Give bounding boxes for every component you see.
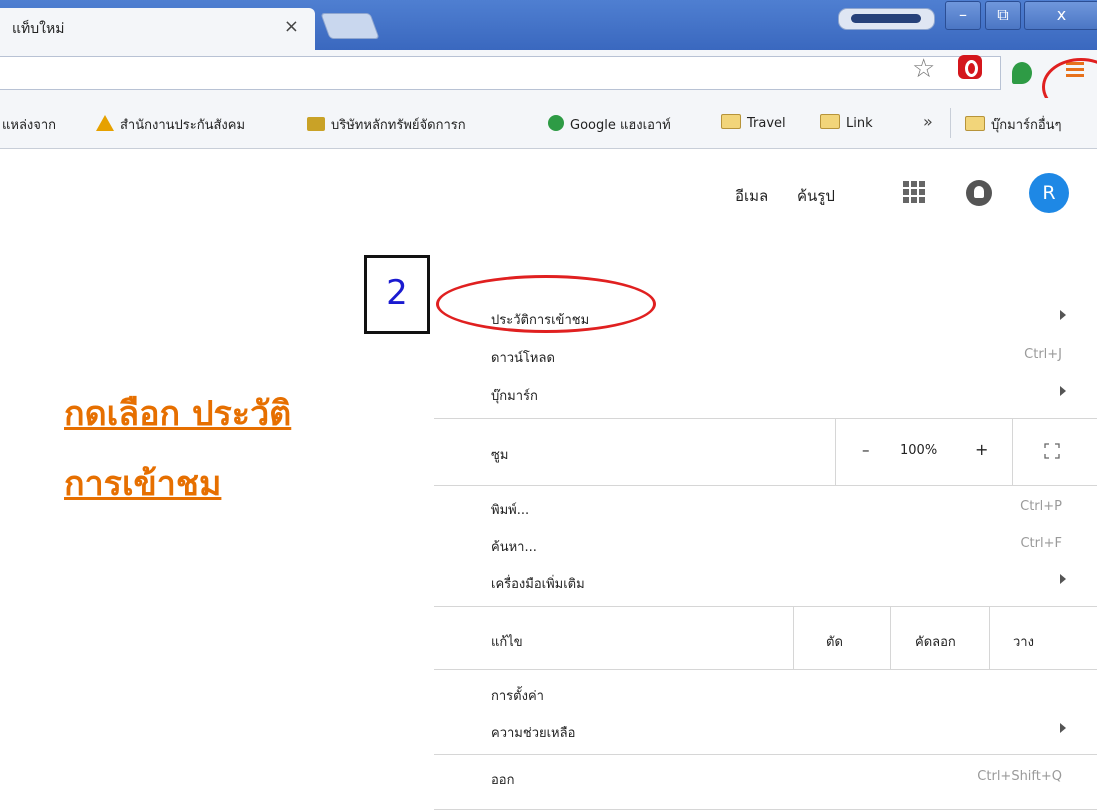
bookmark-star-icon[interactable]: ☆ <box>912 54 935 84</box>
gmail-link[interactable]: อีเมล <box>735 184 768 208</box>
menu-item-print[interactable]: พิมพ์... Ctrl+P <box>434 492 1097 524</box>
history-highlight-circle <box>436 275 656 333</box>
chrome-main-menu: ประวัติการเข้าชม ดาวน์โหลด Ctrl+J บุ๊กมา… <box>434 278 1097 810</box>
browser-toolbar: ☆ <box>0 50 1097 98</box>
folder-icon <box>965 116 985 131</box>
menu-item-more-tools[interactable]: เครื่องมือเพิ่มเติม <box>434 566 1097 598</box>
menu-item-exit[interactable]: ออก Ctrl+Shift+Q <box>434 762 1097 794</box>
images-link[interactable]: ค้นรูป <box>797 184 835 208</box>
menu-divider <box>434 669 1097 670</box>
address-bar[interactable] <box>0 56 1001 90</box>
new-tab-button[interactable] <box>320 13 380 39</box>
bookmarks-bar: แหล่งจาก สำนักงานประกันสังคม บริษัทหลักท… <box>0 98 1097 149</box>
bookmarks-overflow-button[interactable]: » <box>923 112 933 131</box>
bookmark-item[interactable]: สำนักงานประกันสังคม <box>96 114 245 135</box>
instruction-text-line1: กดเลือก ประวัติ <box>64 394 292 434</box>
menu-row-edit: แก้ไข ตัด คัดลอก วาง <box>434 607 1097 669</box>
menu-item-find[interactable]: ค้นหา... Ctrl+F <box>434 529 1097 561</box>
bookmark-item[interactable]: Google แฮงเอาท์ <box>548 114 671 135</box>
profile-button[interactable] <box>838 8 935 30</box>
bookmark-folder-travel[interactable]: Travel <box>721 114 786 131</box>
bookmark-item[interactable]: บริษัทหลักทรัพย์จัดการก <box>307 114 466 135</box>
triangle-logo-icon <box>96 115 114 131</box>
notifications-bell-icon[interactable] <box>966 180 992 206</box>
close-window-button[interactable]: x <box>1024 1 1097 30</box>
shortcut-label: Ctrl+Shift+Q <box>977 769 1062 784</box>
tab-title: แท็บใหม่ <box>12 21 65 37</box>
apps-grid-icon[interactable] <box>903 181 925 203</box>
window-titlebar: แท็บใหม่ × – ⧉ x <box>0 0 1097 50</box>
folder-icon <box>820 114 840 129</box>
bookmark-folder-link[interactable]: Link <box>820 114 873 131</box>
bookmarks-divider <box>950 108 951 138</box>
avatar[interactable]: R <box>1029 173 1069 213</box>
copy-button[interactable]: คัดลอก <box>915 631 956 652</box>
company-logo-icon <box>307 117 325 131</box>
maximize-button[interactable]: ⧉ <box>985 1 1021 30</box>
shortcut-label: Ctrl+J <box>1024 347 1062 362</box>
blurred-profile-name <box>851 14 921 23</box>
tab-close-icon[interactable]: × <box>284 16 299 37</box>
cut-button[interactable]: ตัด <box>826 631 843 652</box>
submenu-arrow-icon <box>1060 723 1066 733</box>
zoom-in-button[interactable]: + <box>975 440 988 459</box>
menu-divider <box>434 754 1097 755</box>
shortcut-label: Ctrl+F <box>1020 536 1062 551</box>
bookmark-folder-other[interactable]: บุ๊กมาร์กอื่นๆ <box>965 114 1062 135</box>
shortcut-label: Ctrl+P <box>1020 499 1062 514</box>
menu-row-zoom: ซูม – 100% + <box>434 419 1097 485</box>
zoom-level: 100% <box>900 443 938 458</box>
submenu-arrow-icon <box>1060 310 1066 320</box>
hangouts-extension-icon[interactable] <box>1012 62 1032 84</box>
menu-item-help[interactable]: ความช่วยเหลือ <box>434 715 1097 747</box>
fullscreen-icon[interactable] <box>1044 443 1060 459</box>
menu-item-downloads[interactable]: ดาวน์โหลด Ctrl+J <box>434 340 1097 372</box>
paste-button[interactable]: วาง <box>1013 631 1034 652</box>
hangouts-icon <box>548 115 564 131</box>
zoom-out-button[interactable]: – <box>862 441 870 459</box>
tab-new-tab[interactable]: แท็บใหม่ × <box>0 8 315 50</box>
menu-item-settings[interactable]: การตั้งค่า <box>434 678 1097 710</box>
step-number-box: 2 <box>364 255 430 334</box>
minimize-button[interactable]: – <box>945 1 981 30</box>
folder-icon <box>721 114 741 129</box>
submenu-arrow-icon <box>1060 574 1066 584</box>
instruction-text-line2: การเข้าชม <box>64 464 222 504</box>
bookmark-item[interactable]: แหล่งจาก <box>2 114 56 135</box>
adblock-extension-icon[interactable] <box>958 55 982 79</box>
menu-divider <box>434 485 1097 486</box>
submenu-arrow-icon <box>1060 386 1066 396</box>
menu-item-bookmarks[interactable]: บุ๊กมาร์ก <box>434 378 1097 410</box>
